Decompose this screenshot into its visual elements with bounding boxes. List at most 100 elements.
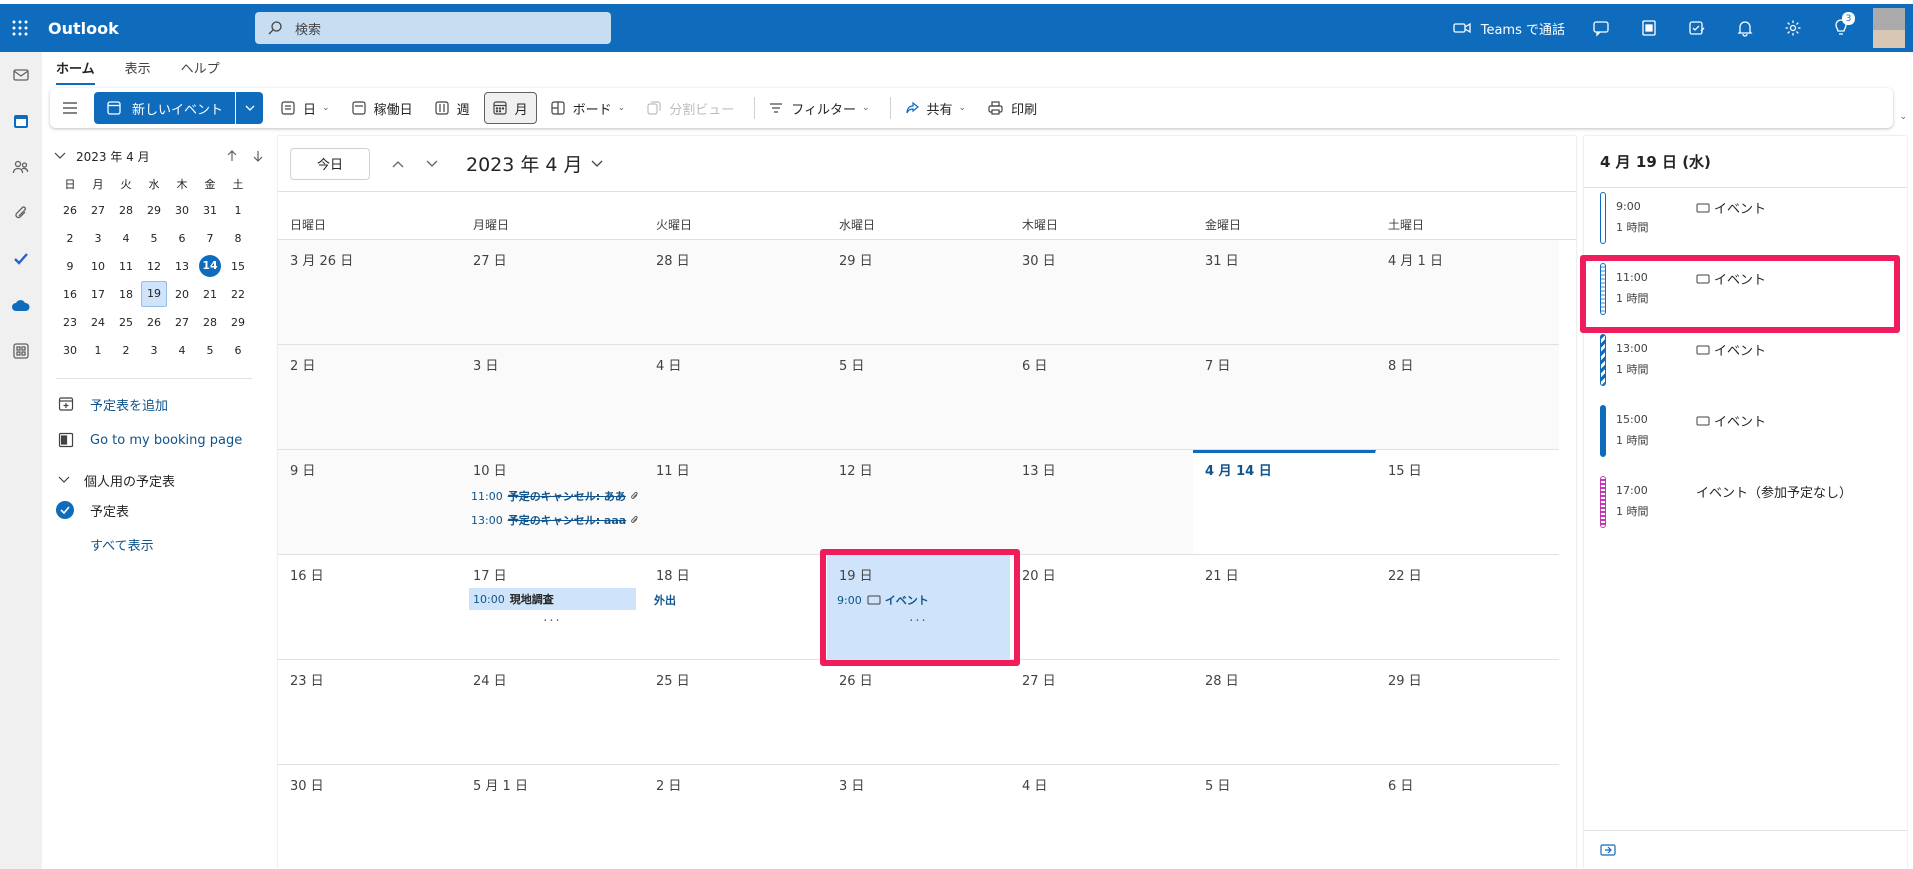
mini-calendar-day[interactable]: 1 [224,196,252,224]
mini-calendar-day[interactable]: 28 [112,196,140,224]
day-cell[interactable]: 6 日 [1010,345,1193,449]
gear-icon[interactable] [1769,4,1817,52]
arrow-down-icon[interactable] [252,150,264,162]
booking-page-link[interactable]: Go to my booking page [58,425,278,455]
mini-calendar-day[interactable]: 7 [196,224,224,252]
app-launcher-icon[interactable] [4,12,36,44]
more-events[interactable]: ··· [827,614,1010,629]
day-cell[interactable]: 4 月 1 日 [1376,240,1559,344]
today-button[interactable]: 今日 [290,147,370,180]
calendar-icon[interactable] [0,98,42,144]
view-board-button[interactable]: ボード ⌄ [543,92,634,124]
day-cell[interactable]: 13 日 [1010,450,1193,554]
day-cell[interactable]: 9 日 [278,450,461,554]
mini-calendar-day[interactable]: 21 [196,280,224,308]
mail-icon[interactable] [0,52,42,98]
tab-home[interactable]: ホーム [56,56,95,85]
split-view-button[interactable]: 分割ビュー [639,92,742,124]
agenda-item[interactable]: 15:00 1 時間 イベント [1600,401,1900,459]
mini-calendar-day[interactable]: 27 [168,308,196,336]
onedrive-icon[interactable] [0,282,42,328]
view-month-button[interactable]: 月 [483,92,537,124]
agenda-item[interactable]: 17:00 1 時間 イベント（参加予定なし） [1600,472,1900,530]
event-out-of-office[interactable]: 外出 [654,592,676,608]
event-cancelled-1[interactable]: 11:00 予定のキャンセル: ああ [471,488,640,504]
day-cell[interactable]: 3 月 26 日 [278,240,461,344]
day-cell[interactable]: 21 日 [1193,555,1376,659]
agenda-item[interactable]: 13:00 1 時間 イベント [1600,330,1900,388]
filter-button[interactable]: フィルター ⌄ [761,92,877,124]
mini-calendar-day[interactable]: 15 [224,252,252,280]
mini-calendar-day[interactable]: 28 [196,308,224,336]
new-event-dropdown[interactable] [235,92,264,124]
day-cell[interactable]: 5 月 1 日 [461,765,644,869]
lightbulb-icon[interactable]: 3 [1817,4,1865,52]
day-cell[interactable]: 11 日 [644,450,827,554]
avatar[interactable] [1873,8,1905,48]
ribbon-collapse-icon[interactable]: ⌄ [1899,112,1907,122]
day-cell[interactable]: 31 日 [1193,240,1376,344]
people-icon[interactable] [0,144,42,190]
mini-calendar-day[interactable]: 10 [84,252,112,280]
mini-calendar-day[interactable]: 1 [84,336,112,364]
todo-check-icon[interactable] [0,236,42,282]
event-cancelled-2[interactable]: 13:00 予定のキャンセル: aaa [471,512,640,528]
expand-pane-icon[interactable] [1600,844,1616,856]
day-cell[interactable]: 28 日 [1193,660,1376,764]
teams-call-button[interactable]: Teams で通話 [1453,19,1565,38]
day-cell[interactable]: 3 日 [827,765,1010,869]
day-cell[interactable]: 28 日 [644,240,827,344]
day-cell[interactable]: 20 日 [1010,555,1193,659]
app-title[interactable]: Outlook [48,19,254,38]
office-icon[interactable] [1625,4,1673,52]
new-event-button[interactable]: 新しいイベント [94,92,236,124]
event-site-survey[interactable]: 10:00 現地調査 [469,588,636,610]
personal-calendars-group[interactable]: 個人用の予定表 [58,465,278,495]
day-cell[interactable]: 5 日 [1193,765,1376,869]
mini-calendar-day[interactable]: 22 [224,280,252,308]
tab-view[interactable]: 表示 [125,56,151,82]
mini-calendar-day[interactable]: 20 [168,280,196,308]
mini-calendar-day[interactable]: 5 [140,224,168,252]
mini-calendar-day[interactable]: 2 [112,336,140,364]
mini-calendar-day[interactable]: 27 [84,196,112,224]
mini-calendar-day[interactable]: 19 [140,280,168,308]
day-cell[interactable]: 30 日 [1010,240,1193,344]
chevron-down-icon[interactable] [426,160,438,168]
mini-calendar-day[interactable]: 3 [84,224,112,252]
share-button[interactable]: 共有 ⌄ [897,92,975,124]
day-cell[interactable]: 12 日 [827,450,1010,554]
mini-calendar-day[interactable]: 26 [56,196,84,224]
day-cell[interactable]: 26 日 [827,660,1010,764]
day-cell[interactable]: 7 日 [1193,345,1376,449]
day-cell[interactable]: 2 日 [644,765,827,869]
day-cell[interactable]: 22 日 [1376,555,1559,659]
add-calendar-link[interactable]: 予定表を追加 [58,389,278,419]
tab-help[interactable]: ヘルプ [181,56,220,82]
mini-calendar-day[interactable]: 6 [224,336,252,364]
mini-calendar-day[interactable]: 8 [224,224,252,252]
event-apr19[interactable]: 9:00 イベント [837,592,929,608]
day-cell[interactable]: 29 日 [1376,660,1559,764]
agenda-item[interactable]: 11:00 1 時間 イベント [1600,259,1900,317]
mini-calendar-day[interactable]: 5 [196,336,224,364]
mini-calendar-day[interactable]: 4 [168,336,196,364]
day-cell[interactable]: 15 日 [1376,450,1559,554]
mini-calendar-day[interactable]: 30 [168,196,196,224]
arrow-up-icon[interactable] [226,150,238,162]
mini-calendar-day[interactable]: 12 [140,252,168,280]
mini-calendar-day[interactable]: 16 [56,280,84,308]
show-all-link[interactable]: すべて表示 [90,535,278,554]
day-cell[interactable]: 2 日 [278,345,461,449]
mini-calendar-day[interactable]: 29 [224,308,252,336]
chevron-down-icon[interactable] [54,152,66,160]
day-cell[interactable]: 24 日 [461,660,644,764]
day-cell[interactable]: 4 日 [1010,765,1193,869]
todo-icon[interactable] [1673,4,1721,52]
day-cell[interactable]: 3 日 [461,345,644,449]
hamburger-icon[interactable] [50,92,90,124]
view-week-button[interactable]: 週 [427,92,478,124]
agenda-item[interactable]: 9:00 1 時間 イベント [1600,188,1900,246]
day-cell[interactable]: 4 月 14 日 [1193,450,1376,554]
month-title-button[interactable]: 2023 年 4 月 [466,150,603,177]
